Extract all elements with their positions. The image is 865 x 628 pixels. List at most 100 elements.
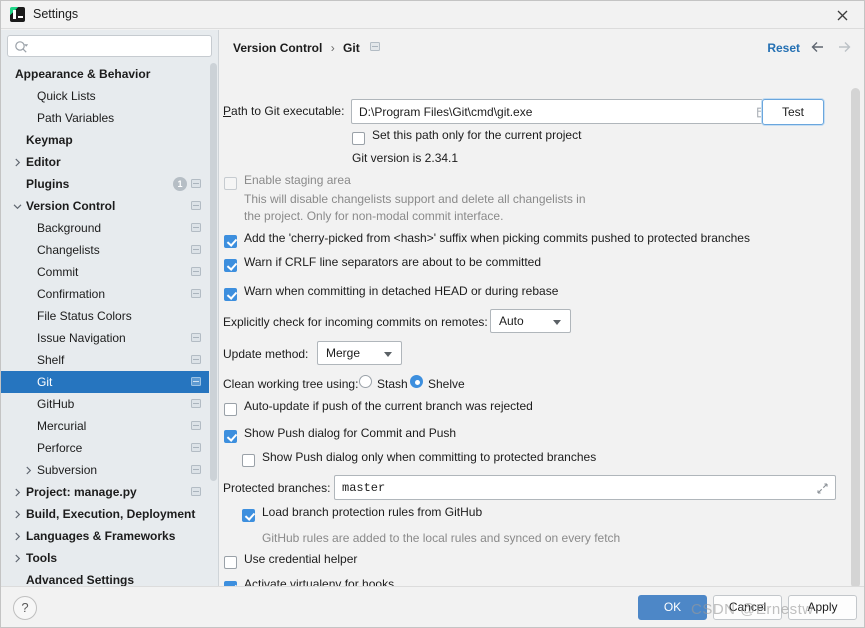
clean-working-tree-label: Clean working tree using:: [223, 377, 359, 391]
update-method-dropdown[interactable]: Merge: [317, 341, 402, 365]
sidebar-item-quick-lists[interactable]: Quick Lists: [1, 85, 218, 107]
sidebar-item-shelf[interactable]: Shelf: [1, 349, 218, 371]
sidebar-item-label: Plugins: [26, 177, 70, 191]
apply-button[interactable]: Apply: [788, 595, 857, 620]
sidebar-item-commit[interactable]: Commit: [1, 261, 218, 283]
set-path-only-label: Set this path only for the current proje…: [372, 128, 582, 142]
sidebar-item-mercurial[interactable]: Mercurial: [1, 415, 218, 437]
sidebar-item-tools[interactable]: Tools: [1, 547, 218, 569]
sidebar-item-label: Appearance & Behavior: [15, 67, 151, 81]
clean-tree-shelve-radio[interactable]: [410, 375, 423, 388]
breadcrumb-root[interactable]: Version Control: [233, 41, 322, 55]
sidebar-item-confirmation[interactable]: Confirmation: [1, 283, 218, 305]
content-scrollbar-thumb[interactable]: [851, 88, 860, 586]
sidebar-item-git[interactable]: Git: [1, 371, 218, 393]
load-github-rules-label: Load branch protection rules from GitHub: [262, 505, 483, 519]
path-label-mnemonic: P: [223, 104, 232, 118]
warn-detached-head-checkbox[interactable]: [224, 288, 237, 301]
load-github-rules-checkbox[interactable]: [242, 509, 255, 522]
sidebar-scrollbar[interactable]: [209, 63, 218, 586]
ok-button[interactable]: OK: [638, 595, 707, 620]
sidebar-item-plugins[interactable]: Plugins 1: [1, 173, 218, 195]
chevron-right-icon[interactable]: [22, 459, 34, 481]
chevron-right-icon[interactable]: [11, 503, 23, 525]
show-push-dialog-protected-checkbox[interactable]: [242, 454, 255, 467]
cherry-picked-suffix-checkbox[interactable]: [224, 235, 237, 248]
auto-update-push-checkbox[interactable]: [224, 403, 237, 416]
chevron-down-icon: [384, 352, 392, 357]
auto-update-push-label: Auto-update if push of the current branc…: [244, 399, 533, 413]
sidebar-item-background[interactable]: Background: [1, 217, 218, 239]
path-to-git-label: Path to Git executable:: [223, 104, 344, 118]
sidebar-item-build-execution-deployment[interactable]: Build, Execution, Deployment: [1, 503, 218, 525]
arrow-right-icon[interactable]: [834, 39, 852, 55]
sidebar-item-github[interactable]: GitHub: [1, 393, 218, 415]
content-scrollbar[interactable]: [851, 66, 860, 586]
arrow-left-icon[interactable]: [810, 39, 828, 55]
sidebar-item-changelists[interactable]: Changelists: [1, 239, 218, 261]
help-button[interactable]: ?: [13, 596, 37, 620]
search-box[interactable]: [7, 35, 212, 57]
sidebar-item-keymap[interactable]: Keymap: [1, 129, 218, 151]
window-title: Settings: [33, 7, 79, 21]
search-icon: [14, 40, 29, 54]
title-bar: Settings: [1, 1, 864, 29]
settings-dialog: Settings Appearance & Behavior Quick List…: [0, 0, 865, 628]
sidebar-item-project-manage-py[interactable]: Project: manage.py: [1, 481, 218, 503]
sidebar-item-perforce[interactable]: Perforce: [1, 437, 218, 459]
warn-detached-head-label: Warn when committing in detached HEAD or…: [244, 284, 559, 298]
search-input[interactable]: [34, 38, 206, 55]
expand-icon[interactable]: [817, 483, 828, 494]
sidebar-item-advanced-settings[interactable]: Advanced Settings: [1, 569, 218, 586]
enable-staging-hint-line2: the project. Only for non-modal commit i…: [244, 209, 504, 223]
chevron-right-icon[interactable]: [11, 481, 23, 503]
close-icon[interactable]: [820, 1, 864, 29]
show-push-dialog-checkbox[interactable]: [224, 430, 237, 443]
git-executable-path-field[interactable]: D:\Program Files\Git\cmd\git.exe: [351, 99, 778, 124]
sidebar-item-appearance-behavior[interactable]: Appearance & Behavior: [1, 63, 218, 85]
clean-tree-stash-radio[interactable]: [359, 375, 372, 388]
sidebar-item-label: Confirmation: [37, 287, 106, 301]
warn-crlf-checkbox[interactable]: [224, 259, 237, 272]
sidebar-item-label: Advanced Settings: [26, 573, 135, 586]
modified-marker-icon: [370, 42, 381, 51]
test-button[interactable]: Test: [762, 99, 824, 125]
sidebar-item-label: Path Variables: [37, 111, 115, 125]
path-label-rest: ath to Git executable:: [231, 104, 345, 118]
modified-marker-icon: [191, 245, 201, 254]
github-rules-hint: GitHub rules are added to the local rule…: [262, 531, 621, 545]
set-path-only-checkbox[interactable]: [352, 132, 365, 145]
update-method-value: Merge: [326, 346, 361, 360]
dialog-footer: ? OK Cancel Apply: [1, 586, 864, 627]
sidebar-item-path-variables[interactable]: Path Variables: [1, 107, 218, 129]
sidebar-item-label: Keymap: [26, 133, 73, 147]
sidebar-item-label: Build, Execution, Deployment: [26, 507, 196, 521]
sidebar-item-issue-navigation[interactable]: Issue Navigation: [1, 327, 218, 349]
sidebar-item-version-control[interactable]: Version Control: [1, 195, 218, 217]
incoming-commits-dropdown[interactable]: Auto: [490, 309, 571, 333]
cancel-button[interactable]: Cancel: [713, 595, 782, 620]
sidebar-item-languages-frameworks[interactable]: Languages & Frameworks: [1, 525, 218, 547]
modified-marker-icon: [191, 355, 201, 364]
chevron-right-icon[interactable]: [11, 525, 23, 547]
enable-staging-checkbox[interactable]: [224, 177, 237, 190]
modified-marker-icon: [191, 377, 201, 386]
sidebar-item-badge: 1: [173, 177, 187, 191]
settings-tree[interactable]: Appearance & Behavior Quick Lists Path Var…: [1, 63, 218, 586]
git-version-text: Git version is 2.34.1: [352, 151, 459, 165]
git-executable-path-value: D:\Program Files\Git\cmd\git.exe: [359, 105, 533, 119]
sidebar-item-file-status-colors[interactable]: File Status Colors: [1, 305, 218, 327]
sidebar-item-label: Issue Navigation: [37, 331, 126, 345]
use-credential-helper-checkbox[interactable]: [224, 556, 237, 569]
chevron-down-icon[interactable]: [11, 195, 23, 217]
sidebar-item-editor[interactable]: Editor: [1, 151, 218, 173]
chevron-right-icon[interactable]: [11, 547, 23, 569]
protected-branches-field[interactable]: master: [334, 475, 836, 500]
sidebar-item-label: File Status Colors: [37, 309, 132, 323]
reset-link[interactable]: Reset: [767, 41, 800, 55]
sidebar-scrollbar-thumb[interactable]: [210, 63, 217, 481]
sidebar-item-subversion[interactable]: Subversion: [1, 459, 218, 481]
chevron-right-icon[interactable]: [11, 151, 23, 173]
chevron-down-icon: [553, 320, 561, 325]
show-push-dialog-label: Show Push dialog for Commit and Push: [244, 426, 457, 440]
